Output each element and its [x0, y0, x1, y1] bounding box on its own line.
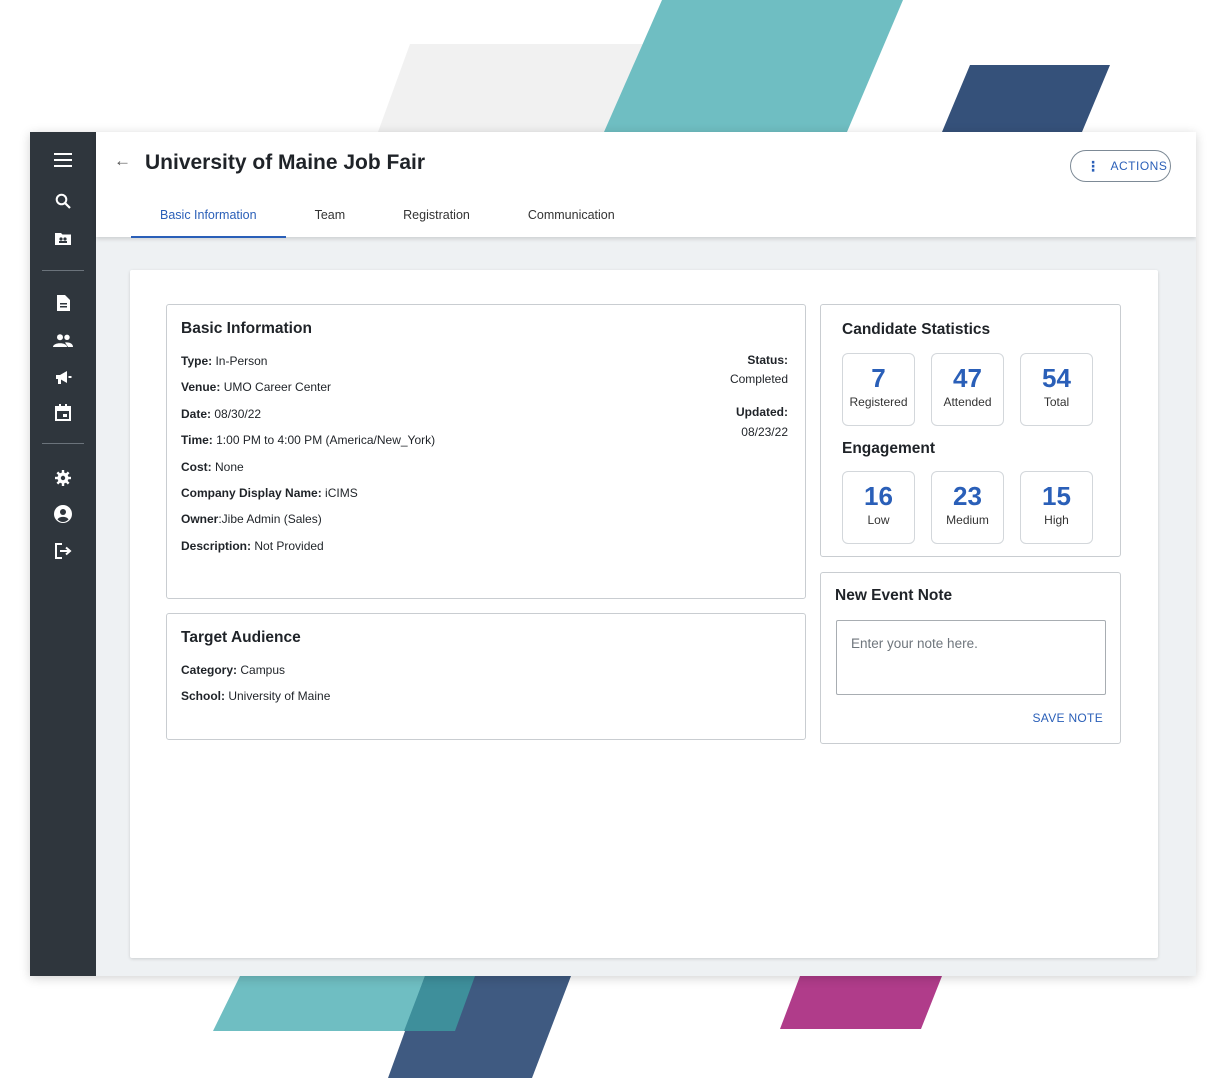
field-venue: Venue: UMO Career Center: [181, 380, 332, 394]
account-circle-icon[interactable]: [51, 502, 75, 526]
candidate-statistics-title: Candidate Statistics: [842, 321, 991, 338]
stat-total: 54 Total: [1020, 353, 1093, 426]
sidebar-divider: [42, 270, 84, 271]
actions-label: ACTIONS: [1110, 159, 1168, 173]
engagement-title: Engagement: [842, 440, 936, 457]
updated-value: 08/23/22: [741, 425, 788, 439]
field-category: Category: Campus: [181, 663, 286, 677]
people-icon[interactable]: [51, 328, 75, 352]
teal-stripe-top: [604, 0, 903, 132]
field-owner: Owner:Jibe Admin (Sales): [181, 512, 322, 526]
contacts-folder-icon[interactable]: [51, 226, 75, 250]
tab-registration[interactable]: Registration: [374, 198, 499, 238]
stat-attended: 47 Attended: [931, 353, 1004, 426]
field-date: Date: 08/30/22: [181, 407, 262, 421]
document-icon[interactable]: [51, 291, 75, 315]
status-value: Completed: [729, 372, 788, 386]
back-arrow-icon[interactable]: ←: [114, 151, 131, 171]
target-audience-title: Target Audience: [181, 629, 301, 646]
basic-information-card: Basic Information Type: In-Person Venue:…: [166, 304, 806, 599]
basic-information-title: Basic Information: [181, 320, 312, 337]
sidebar: [30, 132, 96, 976]
field-time: Time: 1:00 PM to 4:00 PM (America/New_Yo…: [181, 433, 436, 447]
calendar-icon[interactable]: [51, 400, 75, 424]
target-audience-card: Target Audience Category: Campus School:…: [166, 613, 806, 740]
new-event-note-title: New Event Note: [835, 587, 953, 604]
navy-stripe-top: [942, 65, 1110, 132]
magenta-stripe: [780, 976, 942, 1029]
event-note-input[interactable]: [836, 620, 1106, 695]
engagement-medium: 23 Medium: [931, 471, 1004, 544]
page-title: University of Maine Job Fair: [145, 151, 426, 174]
app-window: ← University of Maine Job Fair ⋮ ACTIONS…: [30, 132, 1196, 976]
engagement-high: 15 High: [1020, 471, 1093, 544]
field-type: Type: In-Person: [181, 354, 268, 368]
tab-bar: Basic Information Team Registration Comm…: [131, 198, 644, 238]
content-panel: Basic Information Type: In-Person Venue:…: [130, 270, 1158, 958]
megaphone-icon[interactable]: [51, 365, 75, 389]
field-description: Description: Not Provided: [181, 539, 324, 553]
field-company-display-name: Company Display Name: iCIMS: [181, 486, 358, 500]
tab-communication[interactable]: Communication: [499, 198, 644, 238]
page-header: ← University of Maine Job Fair ⋮ ACTIONS…: [96, 132, 1196, 238]
tab-team[interactable]: Team: [286, 198, 375, 238]
logout-icon[interactable]: [51, 539, 75, 563]
updated-label: Updated:: [736, 405, 788, 419]
tab-basic-information[interactable]: Basic Information: [131, 198, 286, 238]
menu-icon[interactable]: [51, 148, 75, 172]
sidebar-divider: [42, 443, 84, 444]
actions-button[interactable]: ⋮ ACTIONS: [1070, 150, 1171, 182]
search-icon[interactable]: [51, 189, 75, 213]
more-vertical-icon: ⋮: [1086, 157, 1101, 174]
status-label: Status:: [747, 353, 788, 367]
new-event-note-card: New Event Note SAVE NOTE: [820, 572, 1121, 744]
candidate-statistics-card: Candidate Statistics 7 Registered 47 Atten…: [820, 304, 1121, 557]
gear-icon[interactable]: [51, 466, 75, 490]
save-note-button[interactable]: SAVE NOTE: [1033, 711, 1104, 725]
field-cost: Cost: None: [181, 460, 244, 474]
field-school: School: University of Maine: [181, 689, 331, 703]
engagement-low: 16 Low: [842, 471, 915, 544]
stat-registered: 7 Registered: [842, 353, 915, 426]
